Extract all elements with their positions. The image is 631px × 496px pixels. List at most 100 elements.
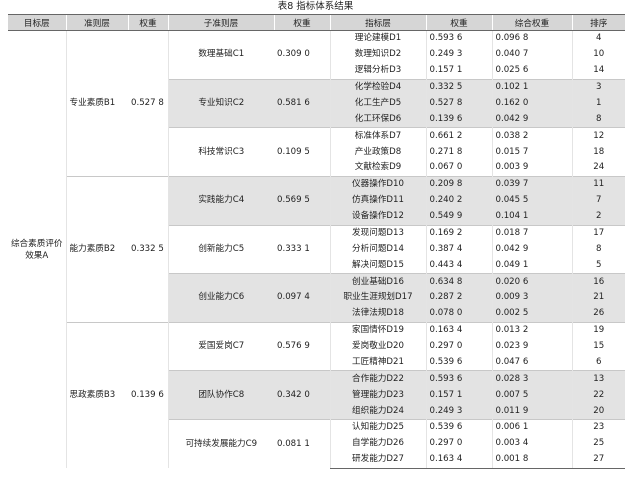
indicator-name: 理论建模D1 [329, 29, 426, 47]
rank-cell: 15 [571, 338, 625, 355]
header-sub-weight: 权重 [273, 14, 330, 31]
table-row: 能力素质B2 0.332 5 实践能力C4 0.569 5 仪器操作D10 0.209 8… [8, 175, 625, 323]
indicator-weight: 0.067 0 [425, 160, 492, 177]
indicator-name: 创业基础D16 [329, 273, 426, 290]
goal-cell: 综合素质评价效果A [10, 238, 63, 261]
table-title: 表8 指标体系结果 [277, 1, 354, 12]
composite-weight: 0.009 3 [491, 290, 572, 306]
indicator-name: 爱岗敬业D20 [329, 338, 426, 355]
sub-criteria-name: 创新能力C5 [167, 224, 274, 274]
rank-cell: 13 [571, 370, 625, 388]
indicator-name: 化工环保D6 [329, 111, 426, 128]
indicator-weight: 0.249 3 [425, 403, 492, 420]
indicator-name: 数理知识D2 [329, 46, 426, 63]
rank-cell: 18 [571, 144, 625, 160]
indicator-weight: 0.443 4 [425, 257, 492, 274]
indicator-name: 仿真操作D11 [329, 192, 426, 209]
indicator-name: 自学能力D26 [329, 435, 426, 452]
indicator-name: 认知能力D25 [329, 418, 426, 436]
sub-criteria-weight: 0.581 6 [274, 78, 330, 128]
composite-weight: 0.096 8 [491, 29, 572, 47]
rank-cell: 23 [571, 418, 625, 436]
sub-criteria-weight: 0.081 1 [274, 419, 330, 469]
table-row: 思政素质B3 0.139 6 爱国爱岗C7 0.576 9 家国情怀D19 0.163 4… [8, 321, 625, 469]
rank-cell: 2 [571, 208, 625, 225]
indicator-name: 家国情怀D19 [329, 321, 426, 339]
indicator-weight: 0.539 6 [425, 354, 492, 371]
composite-weight: 0.042 9 [491, 111, 572, 128]
indicator-name: 标准体系D7 [329, 127, 426, 145]
sub-criteria-name: 创业能力C6 [167, 273, 274, 323]
indicator-name: 仪器操作D10 [329, 175, 426, 193]
rank-cell: 1 [571, 95, 625, 112]
indicator-weight: 0.549 9 [425, 208, 492, 225]
sub-criteria-name: 实践能力C4 [167, 175, 274, 225]
criteria-weight: 0.332 5 [128, 175, 168, 323]
indicator-weight: 0.661 2 [425, 127, 492, 145]
header-composite-weight: 综合权重 [491, 14, 572, 31]
header-indicator-weight: 权重 [425, 14, 492, 31]
indicator-weight: 0.287 2 [425, 290, 492, 306]
indicator-weight: 0.527 8 [425, 95, 492, 112]
rank-cell: 26 [571, 305, 625, 323]
sub-criteria-weight: 0.569 5 [274, 175, 330, 225]
rank-cell: 27 [571, 451, 625, 469]
composite-weight: 0.038 2 [491, 127, 572, 145]
criteria-weight: 0.527 8 [128, 30, 168, 177]
composite-weight: 0.042 9 [491, 241, 572, 258]
indicator-weight: 0.163 4 [425, 321, 492, 339]
indicator-weight: 0.169 2 [425, 224, 492, 242]
composite-weight: 0.003 9 [491, 160, 572, 177]
indicator-weight: 0.157 1 [425, 387, 492, 404]
indicator-name: 发现问题D13 [329, 224, 426, 242]
sub-criteria-name: 专业知识C2 [167, 78, 274, 128]
composite-weight: 0.162 0 [491, 95, 572, 112]
header-indicator: 指标层 [329, 14, 426, 31]
table-row: 综合素质评价效果A 专业素质B1 0.527 8 数理基础C1 0.309 0 理论建模D… [8, 29, 625, 261]
composite-weight: 0.007 5 [491, 387, 572, 404]
indicator-table: 目标层 准则层 权重 子准则层 权重 指标层 权重 综合权重 排序 综合素质评价… [8, 14, 625, 469]
indicator-weight: 0.593 6 [425, 370, 492, 388]
composite-weight: 0.102 1 [491, 78, 572, 96]
rank-cell: 6 [571, 354, 625, 371]
indicator-name: 产业政策D8 [329, 144, 426, 160]
indicator-weight: 0.157 1 [425, 62, 492, 80]
rank-cell: 24 [571, 160, 625, 177]
rank-cell: 25 [571, 435, 625, 452]
composite-weight: 0.025 6 [491, 62, 572, 80]
composite-weight: 0.001 8 [491, 451, 572, 469]
indicator-weight: 0.163 4 [425, 451, 492, 469]
sub-criteria-name: 爱国爱岗C7 [167, 321, 274, 371]
indicator-weight: 0.139 6 [425, 111, 492, 128]
criteria-weight: 0.139 6 [128, 321, 168, 469]
composite-weight: 0.045 5 [491, 192, 572, 209]
rank-cell: 19 [571, 321, 625, 339]
indicator-weight: 0.240 2 [425, 192, 492, 209]
rank-cell: 7 [571, 192, 625, 209]
rank-cell: 8 [571, 241, 625, 258]
indicator-name: 解决问题D15 [329, 257, 426, 274]
indicator-weight: 0.209 8 [425, 175, 492, 193]
sub-criteria-weight: 0.109 5 [274, 127, 330, 177]
indicator-weight: 0.539 6 [425, 418, 492, 436]
header-criteria: 准则层 [65, 14, 128, 31]
composite-weight: 0.047 6 [491, 354, 572, 371]
indicator-weight: 0.634 8 [425, 273, 492, 290]
indicator-name: 职业生涯规划D17 [329, 290, 426, 306]
header-row: 目标层 准则层 权重 子准则层 权重 指标层 权重 综合权重 排序 [8, 14, 625, 31]
rank-cell: 8 [571, 111, 625, 128]
indicator-weight: 0.297 0 [425, 435, 492, 452]
indicator-weight: 0.271 8 [425, 144, 492, 160]
composite-weight: 0.023 9 [491, 338, 572, 355]
composite-weight: 0.003 4 [491, 435, 572, 452]
indicator-weight: 0.078 0 [425, 305, 492, 323]
sub-criteria-name: 数理基础C1 [167, 30, 274, 80]
criteria-name: 思政素质B3 [65, 321, 128, 469]
rank-cell: 14 [571, 62, 625, 80]
composite-weight: 0.013 2 [491, 321, 572, 339]
composite-weight: 0.104 1 [491, 208, 572, 225]
indicator-name: 研发能力D27 [329, 451, 426, 469]
indicator-weight: 0.593 6 [425, 29, 492, 47]
rank-cell: 17 [571, 224, 625, 242]
rank-cell: 12 [571, 127, 625, 145]
